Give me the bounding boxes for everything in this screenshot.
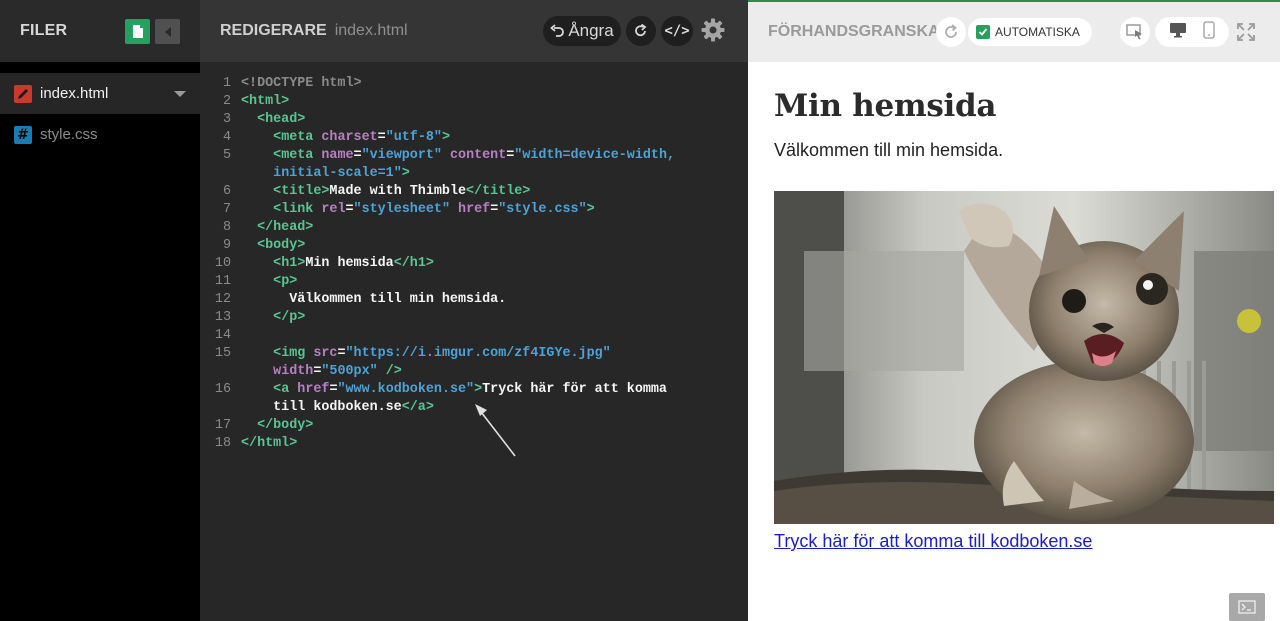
code-view-button[interactable]: </> (661, 16, 693, 46)
undo-label: Ångra (568, 21, 614, 40)
desktop-icon (1170, 22, 1186, 37)
editor-title: REDIGERARE (220, 22, 327, 39)
file-name: index.html (40, 85, 109, 102)
files-title: FILER (20, 22, 68, 39)
inspect-icon (1126, 24, 1142, 40)
preview-page-link[interactable]: Tryck här för att komma till kodboken.se (774, 531, 1092, 552)
mobile-view-button[interactable] (1203, 20, 1215, 44)
files-panel: FILER index.html # style.css (0, 0, 200, 621)
pencil-icon (14, 84, 32, 103)
refresh-icon (945, 24, 957, 38)
kitten-image (774, 191, 1274, 524)
new-file-icon (132, 25, 143, 38)
undo-button[interactable]: Ångra (543, 16, 621, 46)
refresh-button[interactable] (936, 17, 966, 47)
auto-refresh-label: AUTOMATISKA (995, 25, 1080, 39)
fullscreen-icon (1237, 23, 1255, 41)
editor-filename: index.html (334, 22, 408, 39)
code-icon: </> (664, 23, 690, 39)
mobile-icon (1203, 20, 1215, 39)
preview-page: Min hemsida Välkommen till min hemsida. (774, 62, 1280, 551)
gear-icon (701, 18, 725, 42)
device-toggle-group (1155, 17, 1229, 47)
file-item-style-css[interactable]: # style.css (0, 114, 200, 155)
editor-panel: REDIGERARE index.html Ångra </> 1 <!DOCT… (200, 0, 748, 621)
console-icon (1238, 600, 1256, 614)
fullscreen-button[interactable] (1234, 20, 1258, 44)
auto-refresh-toggle[interactable]: AUTOMATISKA (968, 18, 1092, 46)
preview-header: FÖRHANDSGRANSKA AUTOMATISKA (748, 0, 1280, 62)
inspect-button[interactable] (1120, 17, 1150, 47)
redo-button[interactable] (626, 16, 656, 46)
preview-page-text: Välkommen till min hemsida. (774, 140, 1004, 160)
preview-page-heading: Min hemsida (774, 88, 997, 124)
collapse-left-icon (164, 26, 171, 37)
undo-icon (550, 24, 565, 37)
checkbox-checked-icon[interactable] (976, 25, 990, 39)
file-name: style.css (40, 126, 98, 143)
preview-panel: FÖRHANDSGRANSKA AUTOMATISKA Min hemsida … (748, 0, 1280, 621)
hash-icon: # (14, 125, 32, 144)
collapse-sidebar-button[interactable] (155, 19, 180, 44)
chevron-down-icon[interactable] (174, 91, 186, 97)
new-file-button[interactable] (125, 19, 150, 44)
redo-icon (635, 24, 647, 37)
settings-button[interactable] (700, 17, 726, 43)
console-button[interactable] (1229, 593, 1265, 621)
preview-title: FÖRHANDSGRANSKA (768, 23, 940, 40)
editor-header: REDIGERARE index.html Ångra </> (200, 0, 748, 62)
file-item-index-html[interactable]: index.html (0, 73, 200, 114)
desktop-view-button[interactable] (1169, 22, 1187, 43)
mouse-cursor-arrow (475, 404, 516, 457)
